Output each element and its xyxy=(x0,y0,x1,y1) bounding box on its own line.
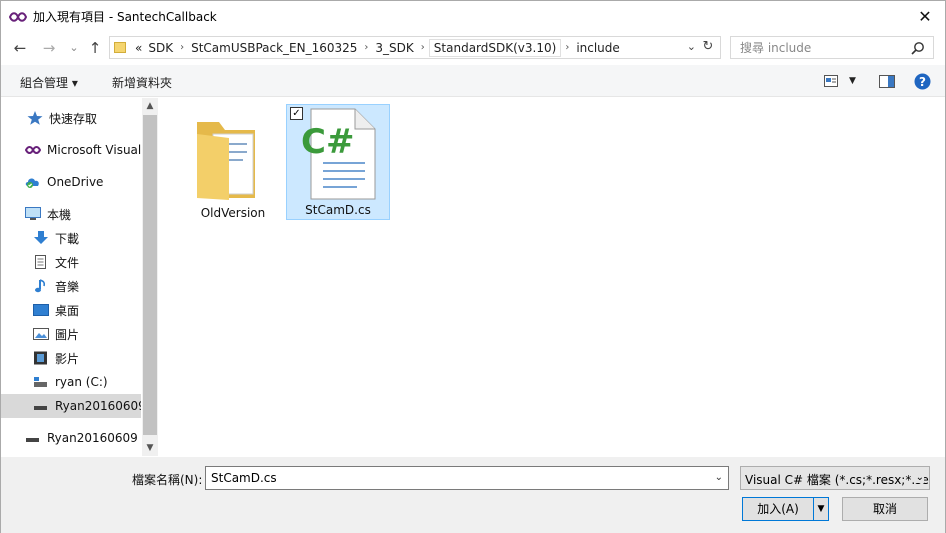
csharp-file-icon: C# xyxy=(301,108,376,200)
cancel-button[interactable]: 取消 xyxy=(842,497,928,521)
chevron-right-icon[interactable]: › xyxy=(360,42,372,53)
navigation-pane: 快速存取 Microsoft Visual OneDrive 本機 下載 文件 … xyxy=(1,98,158,456)
dialog-footer: 檔案名稱(N): StCamD.cs ⌄ Visual C# 檔案 (*.cs;… xyxy=(1,457,945,533)
recent-locations-button[interactable]: ⌄ xyxy=(65,39,83,57)
sidebar-item-music[interactable]: 音樂 xyxy=(1,274,141,298)
drive-icon xyxy=(34,377,47,387)
drive-icon xyxy=(34,406,47,410)
visual-studio-icon xyxy=(9,11,27,22)
file-type-select[interactable]: Visual C# 檔案 (*.cs;*.resx;*.settings) ⌄ xyxy=(740,466,930,490)
search-input[interactable]: 搜尋 include xyxy=(731,39,911,56)
filename-input[interactable]: StCamD.cs ⌄ xyxy=(205,466,729,490)
video-icon xyxy=(34,351,47,365)
onedrive-icon xyxy=(25,178,39,188)
sidebar-item-videos[interactable]: 影片 xyxy=(1,346,141,370)
file-item-oldversion[interactable]: OldVersion xyxy=(181,106,285,222)
add-options-dropdown[interactable]: ▼ xyxy=(813,497,829,521)
organize-menu[interactable]: 組合管理 ▾ xyxy=(20,74,78,91)
chevron-right-icon[interactable]: › xyxy=(561,42,573,53)
chevron-down-icon[interactable]: ⌄ xyxy=(687,40,696,53)
sidebar-item-label: 下載 xyxy=(55,231,80,246)
address-bar[interactable]: « SDK › StCamUSBPack_EN_160325 › 3_SDK ›… xyxy=(109,36,721,59)
help-icon[interactable]: ? xyxy=(914,73,931,90)
breadcrumb-sdk[interactable]: SDK xyxy=(145,41,176,55)
search-box[interactable]: 搜尋 include xyxy=(730,36,934,59)
sidebar-item-pictures[interactable]: 圖片 xyxy=(1,322,141,346)
up-button[interactable]: ↑ xyxy=(86,39,104,57)
download-icon xyxy=(34,231,48,244)
sidebar-item-ryan20160609[interactable]: Ryan20160609 xyxy=(1,394,141,418)
chevron-down-icon[interactable]: ⌄ xyxy=(913,472,924,483)
chevron-right-icon[interactable]: › xyxy=(176,42,188,53)
pictures-icon xyxy=(33,328,49,340)
breadcrumb-3-sdk[interactable]: 3_SDK xyxy=(372,41,416,55)
breadcrumb-include[interactable]: include xyxy=(573,41,622,55)
breadcrumb-overflow[interactable]: « xyxy=(132,41,145,55)
desktop-icon xyxy=(33,304,49,316)
sidebar-item-label: 快速存取 xyxy=(49,111,98,126)
preview-pane-icon[interactable] xyxy=(879,75,895,88)
window-title: 加入現有項目 - SantechCallback xyxy=(33,10,217,24)
star-icon xyxy=(27,111,43,125)
breadcrumb-stcamusbpack[interactable]: StCamUSBPack_EN_160325 xyxy=(188,41,360,55)
sidebar-item-microsoft-visual[interactable]: Microsoft Visual xyxy=(1,138,141,162)
chevron-down-icon[interactable]: ⌄ xyxy=(715,472,723,483)
svg-text:C#: C# xyxy=(301,122,354,162)
svg-text:?: ? xyxy=(919,75,926,89)
scrollbar-thumb[interactable] xyxy=(143,115,157,435)
file-list: OldVersion ✓ C# StCamD.cs xyxy=(159,98,945,456)
view-options-icon[interactable] xyxy=(824,75,838,87)
sidebar-item-drive-c[interactable]: ryan (C:) xyxy=(1,370,141,394)
sidebar-item-label: Microsoft Visual xyxy=(47,143,141,157)
sidebar-item-label: 文件 xyxy=(55,255,80,270)
sidebar-item-desktop[interactable]: 桌面 xyxy=(1,298,141,322)
sidebar-item-label: OneDrive xyxy=(47,175,104,189)
sidebar-item-this-pc[interactable]: 本機 xyxy=(1,202,141,226)
scroll-down-icon[interactable]: ▼ xyxy=(142,440,157,456)
sidebar-item-documents[interactable]: 文件 xyxy=(1,250,141,274)
view-dropdown-chevron-icon[interactable]: ▼ xyxy=(849,76,856,86)
sidebar-item-label: 本機 xyxy=(47,207,72,222)
document-icon xyxy=(35,255,46,269)
sidebar-item-ryan20160609-f[interactable]: Ryan20160609 (F xyxy=(1,426,141,450)
add-button[interactable]: 加入(A) xyxy=(742,497,814,521)
new-folder-button[interactable]: 新增資料夾 xyxy=(112,74,172,91)
drive-icon xyxy=(26,438,39,442)
chevron-right-icon[interactable]: › xyxy=(417,42,429,53)
add-existing-item-dialog: 加入現有項目 - SantechCallback ✕ ← → ⌄ ↑ « SDK… xyxy=(0,0,946,533)
folder-icon xyxy=(197,122,255,200)
back-button[interactable]: ← xyxy=(11,39,29,57)
file-name: StCamD.cs xyxy=(305,203,371,217)
title-bar: 加入現有項目 - SantechCallback ✕ xyxy=(1,1,945,32)
refresh-button[interactable]: ↻ xyxy=(700,39,716,55)
file-type-value[interactable]: Visual C# 檔案 (*.cs;*.resx;*.settings) xyxy=(745,471,929,488)
music-icon xyxy=(35,279,46,293)
sidebar-item-quick-access[interactable]: 快速存取 xyxy=(1,106,141,130)
sidebar-item-downloads[interactable]: 下載 xyxy=(1,226,141,250)
close-button[interactable]: ✕ xyxy=(915,7,935,27)
command-toolbar: 組合管理 ▾ 新增資料夾 ▼ ? xyxy=(1,65,945,97)
search-icon xyxy=(911,41,924,55)
file-name: OldVersion xyxy=(200,206,266,220)
sidebar-item-label: ryan (C:) xyxy=(55,375,108,389)
folder-icon xyxy=(114,42,126,53)
visual-studio-icon xyxy=(25,146,41,154)
sidebar-item-onedrive[interactable]: OneDrive xyxy=(1,170,141,194)
sidebar-item-label: Ryan20160609 (F xyxy=(47,431,141,445)
file-item-stcamd-cs[interactable]: ✓ C# StCamD.cs xyxy=(286,104,390,220)
sidebar-item-label: 音樂 xyxy=(55,279,80,294)
sidebar-item-label: Ryan20160609 xyxy=(55,399,141,413)
sidebar-item-label: 桌面 xyxy=(55,303,80,318)
forward-button[interactable]: → xyxy=(40,39,58,57)
sidebar-item-label: 影片 xyxy=(55,351,80,366)
scroll-up-icon[interactable]: ▲ xyxy=(142,98,157,114)
sidebar-scrollbar[interactable]: ▲ ▼ xyxy=(142,98,157,456)
filename-value[interactable]: StCamD.cs xyxy=(211,471,277,485)
computer-icon xyxy=(25,207,41,220)
breadcrumb-standardsdk[interactable]: StandardSDK(v3.10) xyxy=(428,38,562,57)
sidebar-item-label: 圖片 xyxy=(55,327,80,342)
navigation-bar: ← → ⌄ ↑ « SDK › StCamUSBPack_EN_160325 ›… xyxy=(1,34,945,62)
filename-label: 檔案名稱(N): xyxy=(132,473,203,487)
